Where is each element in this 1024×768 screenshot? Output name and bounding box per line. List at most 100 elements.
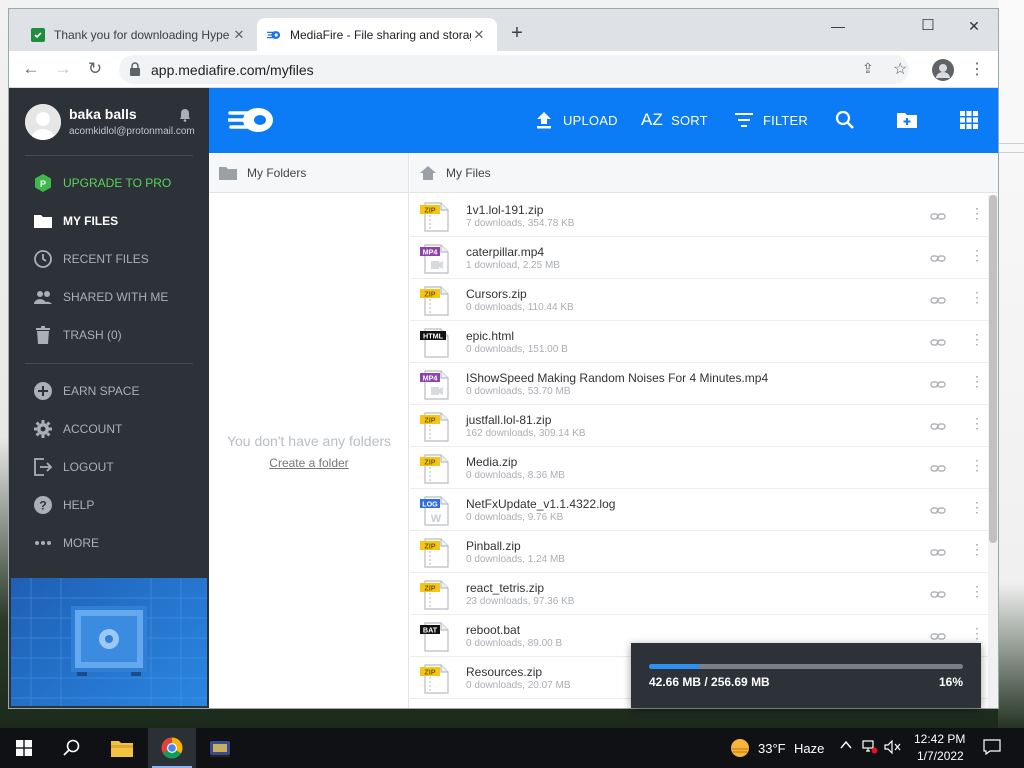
volume-muted-icon[interactable] (884, 739, 902, 757)
file-name[interactable]: NetFxUpdate_v1.1.4322.log (466, 497, 615, 511)
link-icon[interactable] (930, 628, 946, 644)
chevron-up-icon[interactable] (840, 738, 852, 754)
file-row[interactable]: W LOG NetFxUpdate_v1.1.4322.log 0 downloads… (410, 489, 988, 531)
browser-menu-button[interactable]: ⋮ (969, 59, 985, 79)
file-name[interactable]: epic.html (466, 329, 514, 343)
file-row[interactable]: MP4 caterpillar.mp4 1 download, 2.25 MB ⋮ (410, 237, 988, 279)
clock-date[interactable]: 1/7/2022 (917, 749, 964, 763)
more-options-icon[interactable]: ⋮ (970, 416, 984, 430)
more-options-icon[interactable]: ⋮ (970, 584, 984, 598)
share-icon[interactable]: ⇪ (862, 60, 874, 77)
new-folder-icon[interactable] (896, 109, 918, 131)
filter-icon (733, 109, 755, 131)
network-icon[interactable] (862, 740, 878, 757)
link-icon[interactable] (930, 544, 946, 560)
profile-avatar-icon[interactable] (932, 59, 954, 81)
tab-hype-download[interactable]: Thank you for downloading Hype ✕ (21, 18, 257, 51)
url-text[interactable]: app.mediafire.com/myfiles (151, 62, 314, 78)
back-button[interactable]: ← (21, 59, 41, 79)
folders-header-label: My Folders (247, 165, 307, 180)
more-options-icon[interactable]: ⋮ (970, 332, 984, 346)
sidebar-item-label: MY FILES (63, 214, 119, 228)
file-explorer-icon[interactable] (108, 734, 136, 762)
link-icon[interactable] (930, 502, 946, 518)
sidebar-item-earn-space[interactable]: EARN SPACE (33, 379, 203, 403)
filter-button[interactable]: FILTER (733, 108, 808, 132)
tab-mediafire[interactable]: MediaFire - File sharing and storage ✕ (257, 18, 497, 51)
maximize-button[interactable]: ☐ (905, 13, 951, 39)
sidebar-item-trash[interactable]: TRASH (0) (33, 323, 203, 347)
sidebar-item-my-files[interactable]: MY FILES (33, 209, 203, 233)
upload-button[interactable]: UPLOAD (533, 108, 618, 132)
more-options-icon[interactable]: ⋮ (970, 206, 984, 220)
search-icon[interactable] (834, 109, 856, 131)
more-options-icon[interactable]: ⋮ (970, 500, 984, 514)
tab-close-icon[interactable]: ✕ (231, 27, 247, 43)
grid-view-icon[interactable] (958, 109, 980, 131)
file-name[interactable]: justfall.lol-81.zip (466, 413, 551, 427)
more-options-icon[interactable]: ⋮ (970, 626, 984, 640)
file-name[interactable]: reboot.bat (466, 623, 520, 637)
notification-icon[interactable] (983, 739, 1001, 758)
minimize-button[interactable]: — (815, 13, 861, 39)
file-row[interactable]: HTML epic.html 0 downloads, 151.00 B ⋮ (410, 321, 988, 363)
link-icon[interactable] (930, 250, 946, 266)
file-name[interactable]: Pinball.zip (466, 539, 521, 553)
promo-banner[interactable] (11, 578, 207, 706)
link-icon[interactable] (930, 460, 946, 476)
file-name[interactable]: Resources.zip (466, 665, 542, 679)
more-options-icon[interactable]: ⋮ (970, 290, 984, 304)
scrollbar[interactable] (988, 195, 998, 708)
file-row[interactable]: ZIP 1v1.lol-191.zip 7 downloads, 354.78 KB… (410, 195, 988, 237)
forward-button[interactable]: → (53, 59, 73, 79)
search-icon[interactable] (58, 734, 86, 762)
link-icon[interactable] (930, 208, 946, 224)
new-tab-button[interactable]: + (507, 22, 527, 45)
weather-icon[interactable] (726, 734, 754, 762)
scrollbar-thumb[interactable] (989, 195, 997, 543)
sidebar-item-account[interactable]: ACCOUNT (33, 417, 203, 441)
chrome-taskbar-icon[interactable] (148, 728, 196, 768)
create-folder-link[interactable]: Create a folder (209, 456, 409, 470)
file-name[interactable]: IShowSpeed Making Random Noises For 4 Mi… (466, 371, 768, 385)
link-icon[interactable] (930, 292, 946, 308)
file-row[interactable]: ZIP Cursors.zip 0 downloads, 110.44 KB ⋮ (410, 279, 988, 321)
address-bar[interactable]: app.mediafire.com/myfiles ⇪ ☆ (119, 55, 909, 84)
link-icon[interactable] (930, 376, 946, 392)
file-row[interactable]: ZIP justfall.lol-81.zip 162 downloads, 309… (410, 405, 988, 447)
link-icon[interactable] (930, 334, 946, 350)
sidebar-item-help[interactable]: ? HELP (33, 493, 203, 517)
file-row[interactable]: MP4 IShowSpeed Making Random Noises For 4… (410, 363, 988, 405)
file-name[interactable]: caterpillar.mp4 (466, 245, 544, 259)
link-icon[interactable] (930, 418, 946, 434)
link-icon[interactable] (930, 586, 946, 602)
sidebar-item-logout[interactable]: LOGOUT (33, 455, 203, 479)
more-options-icon[interactable]: ⋮ (970, 458, 984, 472)
sidebar-item-shared[interactable]: SHARED WITH ME (33, 285, 203, 309)
sidebar-item-upgrade[interactable]: P UPGRADE TO PRO (33, 171, 203, 195)
more-options-icon[interactable]: ⋮ (970, 374, 984, 388)
file-row[interactable]: ZIP Media.zip 0 downloads, 8.36 MB ⋮ (410, 447, 988, 489)
bell-icon[interactable] (179, 108, 191, 122)
home-icon (420, 165, 436, 180)
tab-close-icon[interactable]: ✕ (471, 27, 487, 43)
game-app-icon[interactable] (206, 734, 234, 762)
more-options-icon[interactable]: ⋮ (970, 542, 984, 556)
file-name[interactable]: 1v1.lol-191.zip (466, 203, 543, 217)
mediafire-logo-icon[interactable] (227, 105, 275, 135)
file-row[interactable]: ZIP Pinball.zip 0 downloads, 1.24 MB ⋮ (410, 531, 988, 573)
file-row[interactable]: ZIP react_tetris.zip 23 downloads, 97.36 K… (410, 573, 988, 615)
sort-button[interactable]: AZ SORT (641, 108, 708, 132)
clock-time[interactable]: 12:42 PM (914, 732, 965, 746)
windows-start-icon[interactable] (10, 734, 38, 762)
user-profile[interactable]: baka balls acomkidlol@protonmail.com (25, 104, 205, 144)
bookmark-star-icon[interactable]: ☆ (893, 59, 907, 79)
more-options-icon[interactable]: ⋮ (970, 248, 984, 262)
reload-button[interactable]: ↻ (85, 59, 105, 79)
sidebar-item-recent-files[interactable]: RECENT FILES (33, 247, 203, 271)
close-window-button[interactable]: ✕ (951, 13, 997, 39)
sidebar-item-more[interactable]: MORE (33, 531, 203, 555)
file-name[interactable]: Cursors.zip (466, 287, 527, 301)
file-name[interactable]: Media.zip (466, 455, 517, 469)
file-name[interactable]: react_tetris.zip (466, 581, 544, 595)
